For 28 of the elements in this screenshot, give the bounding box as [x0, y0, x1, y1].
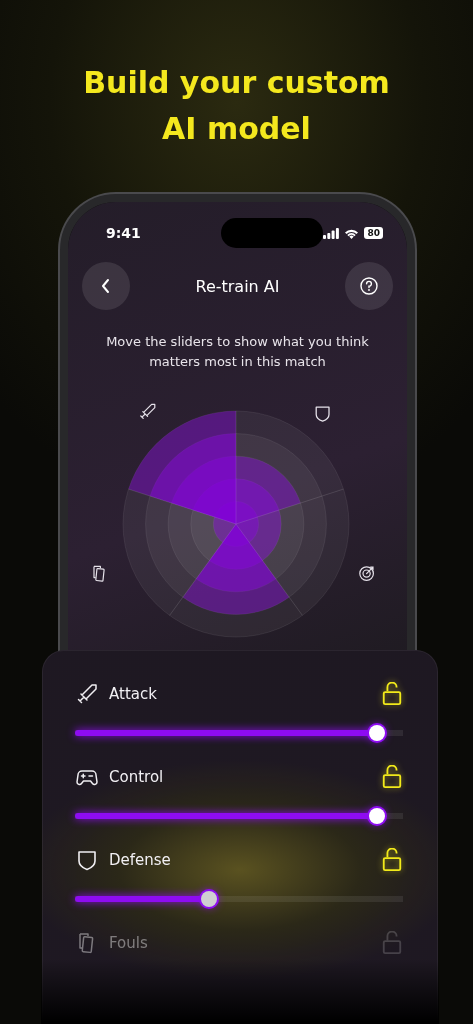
shield-icon: [315, 406, 330, 422]
slider-track[interactable]: [75, 724, 403, 742]
slider-thumb[interactable]: [201, 891, 218, 907]
slider-label: Fouls: [109, 934, 148, 952]
battery-indicator: 80: [364, 227, 383, 239]
slider-thumb[interactable]: [368, 725, 385, 741]
slider-label: Attack: [109, 685, 157, 703]
sword-icon: [140, 403, 156, 419]
slider-track[interactable]: [75, 807, 403, 825]
headline: Build your custom AI model: [82, 64, 391, 148]
open-padlock-icon[interactable]: [381, 765, 403, 789]
open-padlock-icon[interactable]: [381, 848, 403, 872]
help-icon: [359, 276, 379, 296]
help-button[interactable]: [345, 262, 393, 310]
slider-thumb[interactable]: [368, 808, 385, 824]
screen-title: Re-train AI: [195, 276, 280, 296]
back-icon: [100, 278, 112, 294]
status-time: 9:41: [106, 225, 142, 241]
sword-icon: [75, 682, 99, 706]
open-padlock-icon[interactable]: [381, 682, 403, 706]
instructions-text: Move the sliders to show what you think matters most in this match: [105, 333, 370, 371]
wifi-icon: [344, 227, 360, 239]
cards-icon: [93, 565, 105, 582]
slider-label: Control: [109, 768, 164, 786]
slider-label: Defense: [109, 851, 171, 869]
shield-icon: [75, 848, 99, 872]
signal-icon: [323, 227, 340, 239]
target-icon: [359, 566, 374, 581]
